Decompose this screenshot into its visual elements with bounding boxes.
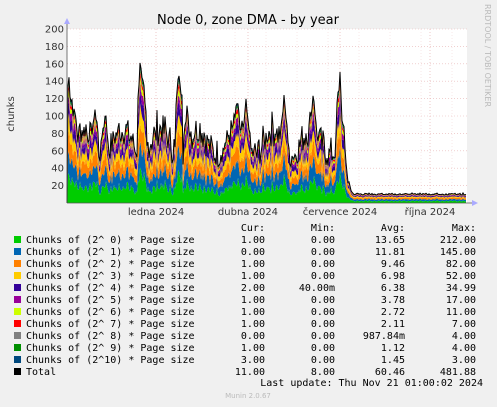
legend-value: 1.00: [241, 343, 265, 354]
legend-value: 3.00: [452, 355, 476, 366]
legend-column-header: Cur:: [241, 223, 265, 234]
y-tick-label: 180: [45, 42, 64, 53]
legend-value: 9.46: [381, 259, 405, 270]
legend-swatch: [14, 236, 21, 243]
legend-value: 2.11: [381, 319, 405, 330]
x-axis-arrow: [472, 200, 478, 206]
x-tick-label: července 2024: [303, 206, 377, 218]
legend-swatch: [14, 320, 21, 327]
y-tick-label: 40: [51, 164, 64, 175]
legend-value: 0.00: [241, 331, 265, 342]
legend-column-header: Max:: [452, 223, 476, 234]
x-tick-label: ledna 2024: [128, 207, 184, 218]
legend-swatch: [14, 272, 21, 279]
legend-value: 52.00: [446, 271, 476, 282]
y-axis-label: chunks: [6, 96, 17, 132]
legend-swatch: [14, 248, 21, 255]
y-tick-label: 160: [45, 59, 64, 70]
legend-value: 0.00: [311, 343, 335, 354]
legend-value: 0.00: [311, 295, 335, 306]
legend-value: 11.00: [235, 367, 265, 378]
y-tick-label: 20: [51, 181, 64, 192]
legend-value: 11.81: [375, 247, 405, 258]
legend-series-name: Chunks of (2^ 0) * Page size: [26, 235, 195, 246]
legend-value: 11.00: [446, 307, 476, 318]
legend-column-header: Avg:: [381, 223, 405, 234]
legend-value: 2.00: [241, 283, 265, 294]
legend-series-name: Chunks of (2^ 3) * Page size: [26, 271, 195, 282]
legend-value: 1.00: [241, 259, 265, 270]
y-tick-label: 100: [45, 112, 64, 123]
legend-value: 7.00: [452, 319, 476, 330]
legend-value: 0.00: [311, 331, 335, 342]
y-tick-label: 200: [45, 25, 64, 36]
legend-value: 212.00: [440, 235, 476, 246]
legend-value: 3.78: [381, 295, 405, 306]
legend-value: 82.00: [446, 259, 476, 270]
legend-value: 987.84m: [363, 331, 405, 342]
legend-series-name: Chunks of (2^ 7) * Page size: [26, 319, 195, 330]
legend-value: 481.88: [440, 367, 476, 378]
legend-series-name: Total: [26, 367, 56, 378]
legend-value: 0.00: [311, 271, 335, 282]
y-axis-arrow: [64, 18, 70, 24]
legend-swatch: [14, 368, 21, 375]
x-tick-label: října 2024: [405, 206, 456, 218]
legend-series-name: Chunks of (2^ 6) * Page size: [26, 307, 195, 318]
y-tick-label: 120: [45, 94, 64, 105]
legend-value: 145.00: [440, 247, 476, 258]
legend-series-name: Chunks of (2^ 2) * Page size: [26, 259, 195, 270]
side-text: RRDTOOL / TOBI OETIKER: [483, 4, 492, 107]
y-tick-label: 80: [51, 129, 64, 140]
legend-value: 3.00: [241, 355, 265, 366]
legend-value: 34.99: [446, 283, 476, 294]
legend-value: 1.00: [241, 271, 265, 282]
legend-value: 0.00: [311, 247, 335, 258]
x-tick-label: dubna 2024: [218, 207, 278, 218]
chart: Node 0, zone DMA - by year RRDTOOL / TOB…: [6, 4, 492, 400]
legend-value: 1.00: [241, 319, 265, 330]
legend-value: 2.72: [381, 307, 405, 318]
legend-value: 17.00: [446, 295, 476, 306]
legend-series-name: Chunks of (2^ 8) * Page size: [26, 331, 195, 342]
legend-value: 0.00: [311, 319, 335, 330]
legend-swatch: [14, 344, 21, 351]
legend-value: 4.00: [452, 343, 476, 354]
y-tick-label: 140: [45, 77, 64, 88]
legend-value: 8.00: [311, 367, 335, 378]
legend: Cur: Min: Avg: Max: Chunks of (2^ 0) * Page …: [14, 223, 476, 378]
legend-swatch: [14, 284, 21, 291]
legend-swatch: [14, 356, 21, 363]
legend-value: 0.00: [241, 247, 265, 258]
legend-series-name: Chunks of (2^ 1) * Page size: [26, 247, 195, 258]
legend-value: 0.00: [311, 355, 335, 366]
legend-value: 1.45: [381, 355, 405, 366]
legend-swatch: [14, 332, 21, 339]
legend-value: 6.38: [381, 283, 405, 294]
legend-value: 1.00: [241, 307, 265, 318]
legend-value: 1.00: [241, 235, 265, 246]
legend-series-name: Chunks of (2^ 5) * Page size: [26, 295, 195, 306]
legend-swatch: [14, 308, 21, 315]
legend-series-name: Chunks of (2^ 4) * Page size: [26, 283, 195, 294]
last-update: Last update: Thu Nov 21 01:00:02 2024: [260, 378, 483, 389]
chart-title: Node 0, zone DMA - by year: [157, 13, 340, 28]
legend-value: 6.98: [381, 271, 405, 282]
legend-value: 13.65: [375, 235, 405, 246]
legend-swatch: [14, 260, 21, 267]
legend-series-name: Chunks of (2^ 9) * Page size: [26, 343, 195, 354]
legend-value: 60.46: [375, 367, 405, 378]
legend-value: 4.00: [452, 331, 476, 342]
legend-value: 1.12: [381, 343, 405, 354]
y-tick-label: 60: [51, 146, 64, 157]
legend-series-name: Chunks of (2^10) * Page size: [26, 355, 195, 366]
legend-swatch: [14, 296, 21, 303]
legend-value: 0.00: [311, 235, 335, 246]
legend-value: 1.00: [241, 295, 265, 306]
legend-column-header: Min:: [311, 223, 335, 234]
footer-version: Munin 2.0.67: [225, 392, 271, 400]
legend-value: 0.00: [311, 307, 335, 318]
legend-value: 40.00m: [299, 283, 335, 294]
legend-value: 0.00: [311, 259, 335, 270]
